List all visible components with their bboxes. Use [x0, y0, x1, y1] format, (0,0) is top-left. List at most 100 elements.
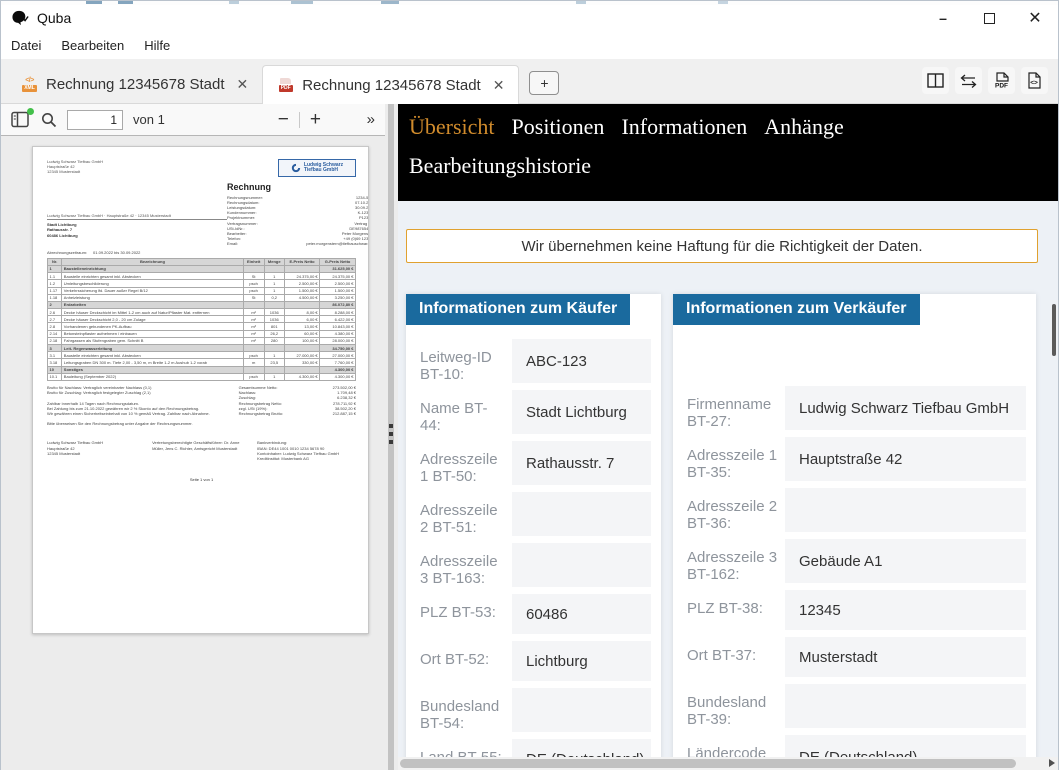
invoice-table-header: Nr. Bezeichnung Einheit Menge E-Preis Netto G… — [46, 257, 356, 266]
menu-datei[interactable]: Datei — [11, 38, 41, 53]
field-row: Adresszeile 2 BT-51: — [420, 492, 651, 536]
nav-link-bearbeitungshistorie[interactable]: Bearbeitungshistorie — [409, 153, 591, 179]
invoice-cell: 1 — [263, 351, 285, 360]
invoice-cell: 31.625,00 € — [319, 264, 356, 274]
compare-arrows-button[interactable] — [955, 67, 982, 94]
panel-title: Informationen zum Verkäufer — [673, 294, 920, 325]
invoice-row: 1.1 Baustelle einrichten gesamt inkl. Abs… — [46, 272, 356, 281]
tab-close-icon[interactable]: ✕ — [489, 77, 505, 94]
sliver-mark — [118, 1, 133, 4]
invoice-cell — [263, 365, 285, 374]
invoice-period-value: 01.09.2022 bis 30.09.2022 — [93, 249, 141, 255]
field-label: Ländercode BT-40: — [687, 745, 767, 757]
titlebar: Quba – ✕ — [1, 5, 1058, 31]
invoice-row: 1 Baustelleneinrichtung 31.625,00 € — [46, 264, 356, 274]
field-row: Ländercode BT-40: DE (Deutschland) — [687, 735, 1026, 757]
invoice-row: 2.6 Decke häuser Deckschicht im Mittel 1-… — [46, 308, 356, 317]
invoice-col-header: Menge — [263, 257, 285, 266]
invoice-cell: 3.18 — [46, 358, 63, 367]
invoice-cell: 1 — [263, 272, 285, 281]
sidebar-toggle-button[interactable] — [11, 107, 34, 129]
invoice-row: 10 Sonstiges 4.300,00 € — [46, 365, 356, 374]
invoice-cell: 801 — [263, 322, 285, 331]
maximize-button[interactable] — [966, 5, 1012, 31]
row-spacer — [687, 339, 1026, 386]
splitter-drag-handle[interactable] — [389, 424, 393, 444]
tab-label: Rechnung 12345678 Stadt — [46, 75, 225, 93]
invoice-cell: 2.14 — [46, 329, 63, 338]
field-label: Adresszeile 3 BT-163: — [420, 553, 498, 587]
scroll-right-arrow[interactable] — [1049, 759, 1055, 767]
invoice-cell: Sonstiges — [61, 365, 244, 374]
disclaimer-banner: Wir übernehmen keine Haftung für die Ric… — [406, 229, 1038, 263]
invoice-col-header: Einheit — [242, 257, 265, 266]
invoice-row: 1.17 Verkehrssicherung lfd. Dauer außer R… — [46, 286, 356, 295]
sliver-mark — [86, 1, 102, 4]
menu-bearbeiten[interactable]: Bearbeiten — [61, 38, 124, 53]
field-value: DE (Deutschland) — [785, 735, 1026, 757]
toolbar-more-button[interactable]: » — [367, 111, 375, 128]
zoom-in-button[interactable]: + — [300, 109, 331, 131]
nav-link-übersicht[interactable]: Übersicht — [409, 114, 495, 140]
menu-hilfe[interactable]: Hilfe — [144, 38, 170, 53]
invoice-col-header: Bezeichnung — [61, 257, 244, 266]
nav-link-anhänge[interactable]: Anhänge — [764, 114, 843, 140]
new-tab-button[interactable]: + — [529, 71, 560, 95]
export-pdf-button[interactable]: PDF — [988, 67, 1015, 94]
window-controls: – ✕ — [920, 5, 1058, 31]
invoice-row: 2.14 Betonsteinpflaster aufnehmen / einba… — [46, 329, 356, 338]
pdf-canvas-area[interactable]: Ludwig Schwarz Tiefbau GmbH Hauptstraße … — [1, 136, 385, 770]
invoice-cell: 1 — [263, 279, 285, 288]
view-source-button[interactable]: <> — [1021, 67, 1048, 94]
invoice-cell: 10.1 — [46, 372, 63, 381]
invoice-cell: 2.6 — [46, 308, 63, 317]
field-row: Firmenname BT-27: Ludwig Schwarz Tiefbau … — [687, 386, 1026, 430]
invoice-footer-column: Bankverbindung: IBAN: DE44 1001 0010 123… — [257, 440, 340, 461]
pane-splitter[interactable] — [385, 104, 398, 770]
field-value — [785, 488, 1026, 532]
vertical-scrollbar-thumb[interactable] — [1052, 304, 1056, 356]
field-row: PLZ BT-53: 60486 — [420, 594, 651, 634]
invoice-cell: psch — [242, 286, 265, 295]
tab-pdf-rechnung[interactable]: PDF Rechnung 12345678 Stadt ✕ — [262, 65, 520, 104]
invoice-recipient: Stadt Lichtburg Rathausstr. 7 60486 Lich… — [47, 222, 78, 238]
export-pdf-icon: PDF — [995, 72, 1009, 89]
minimize-button[interactable]: – — [920, 5, 966, 31]
invoice-cell: m² — [242, 336, 265, 346]
invoice-footer: Ludwig Schwarz Tiefbau GmbH Hauptstraße … — [47, 440, 356, 461]
meta-value: peter.morgenstern@tiefbauschwarz.de — [306, 241, 369, 247]
horizontal-scrollbar[interactable] — [398, 757, 1058, 770]
invoice-cell: 1 — [263, 286, 285, 295]
field-label: Bundesland BT-54: — [420, 698, 500, 732]
invoice-cell: 27.000,00 € — [283, 351, 321, 360]
invoice-cell — [242, 343, 265, 353]
search-icon[interactable] — [41, 112, 57, 128]
tab-xml-rechnung[interactable]: </> XML Rechnung 12345678 Stadt ✕ — [7, 65, 262, 103]
sliver-mark — [718, 1, 728, 4]
page-number-input[interactable] — [67, 109, 123, 130]
horizontal-scrollbar-thumb[interactable] — [400, 759, 1016, 768]
invoice-cell: m² — [242, 308, 265, 317]
invoice-cell: St — [242, 293, 265, 302]
split-view-button[interactable] — [922, 67, 949, 94]
zoom-out-button[interactable]: − — [268, 109, 299, 131]
invoice-cell: 8,00 € — [283, 308, 321, 317]
tab-close-icon[interactable]: ✕ — [232, 76, 248, 93]
invoice-cell: 4.300,00 € — [283, 372, 321, 381]
invoice-cell: 8.288,00 € — [319, 308, 356, 317]
invoice-footer-column: Vertretungsberechtigte Geschäftsführer: … — [152, 440, 240, 451]
nav-link-informationen[interactable]: Informationen — [621, 114, 747, 140]
invoice-cell: Betonsteinpflaster aufnehmen / einbauen — [61, 329, 244, 338]
nav-link-positionen[interactable]: Positionen — [512, 114, 605, 140]
invoice-cell: 2.500,00 € — [283, 279, 321, 288]
close-button[interactable]: ✕ — [1012, 5, 1058, 31]
invoice-cell: Decke häuser Deckschicht 2,0 - 20 cm Zul… — [61, 315, 244, 324]
tab-action-buttons: PDF <> — [922, 67, 1048, 94]
vertical-scrollbar[interactable] — [1050, 201, 1058, 757]
invoice-cell: psch — [242, 351, 265, 360]
field-label: Land BT-55: — [420, 739, 512, 757]
invoice-cell: 60,00 € — [283, 329, 321, 338]
invoice-col-header: E-Preis Netto — [283, 257, 321, 266]
invoice-page-number: Seite 1 von 1 — [189, 477, 214, 483]
logo-swirl-icon — [291, 163, 301, 173]
